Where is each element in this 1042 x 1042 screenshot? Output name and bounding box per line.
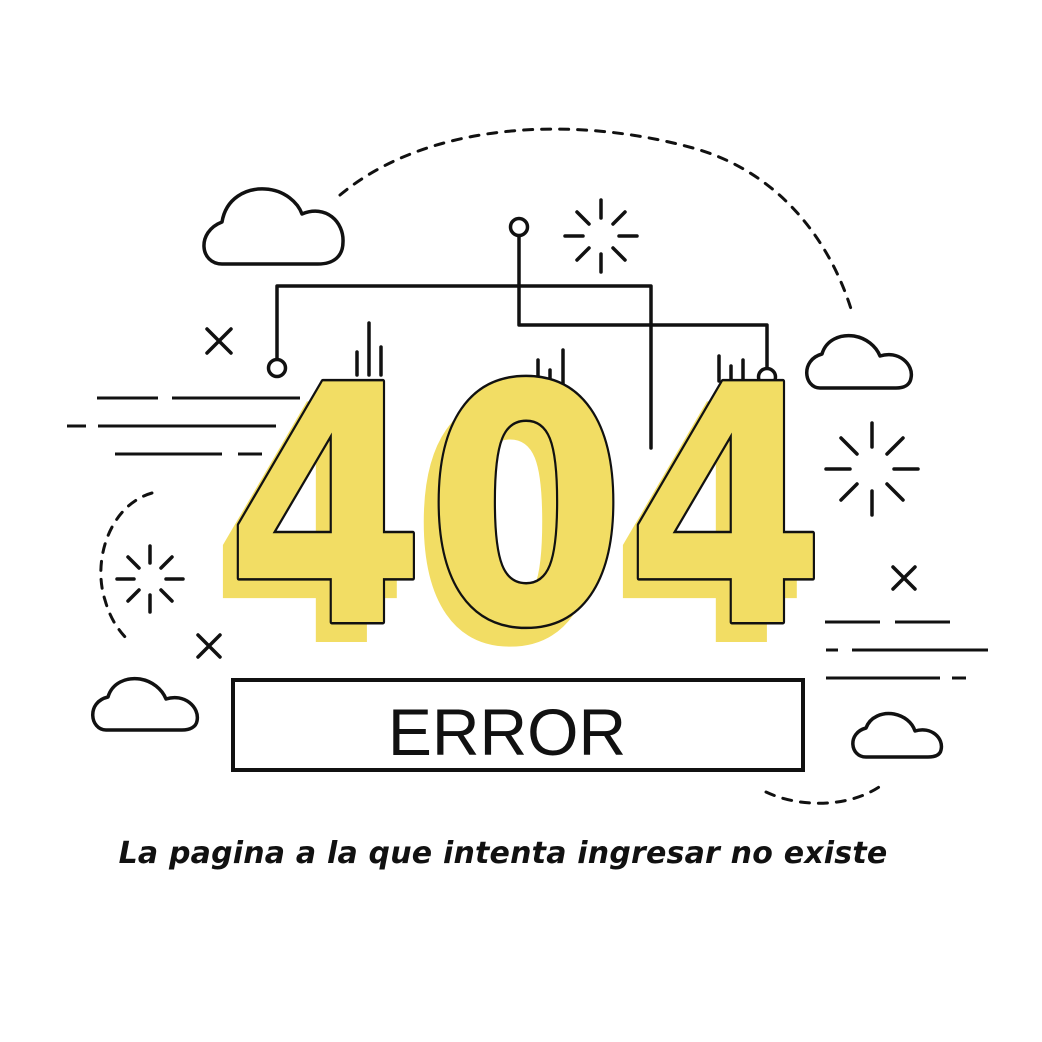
cross-icon bbox=[891, 565, 917, 591]
sparkle-icon bbox=[563, 198, 639, 274]
dashed-arc-left bbox=[99, 491, 154, 642]
error-label: ERROR bbox=[388, 695, 626, 769]
cloud-icon bbox=[202, 187, 345, 266]
error-code: 404 bbox=[226, 316, 826, 700]
speed-lines-right bbox=[825, 620, 988, 680]
error-message: La pagina a la que intenta ingresar no e… bbox=[118, 836, 888, 871]
error-404-illustration: 404 404 ERROR bbox=[67, 127, 988, 805]
cloud-icon bbox=[91, 676, 200, 732]
sparkle-icon bbox=[115, 544, 185, 614]
cloud-icon bbox=[851, 711, 944, 759]
sparkle-icon bbox=[824, 421, 920, 517]
circuit-node-icon bbox=[508, 216, 530, 238]
dashed-arc-bottom bbox=[764, 783, 884, 805]
